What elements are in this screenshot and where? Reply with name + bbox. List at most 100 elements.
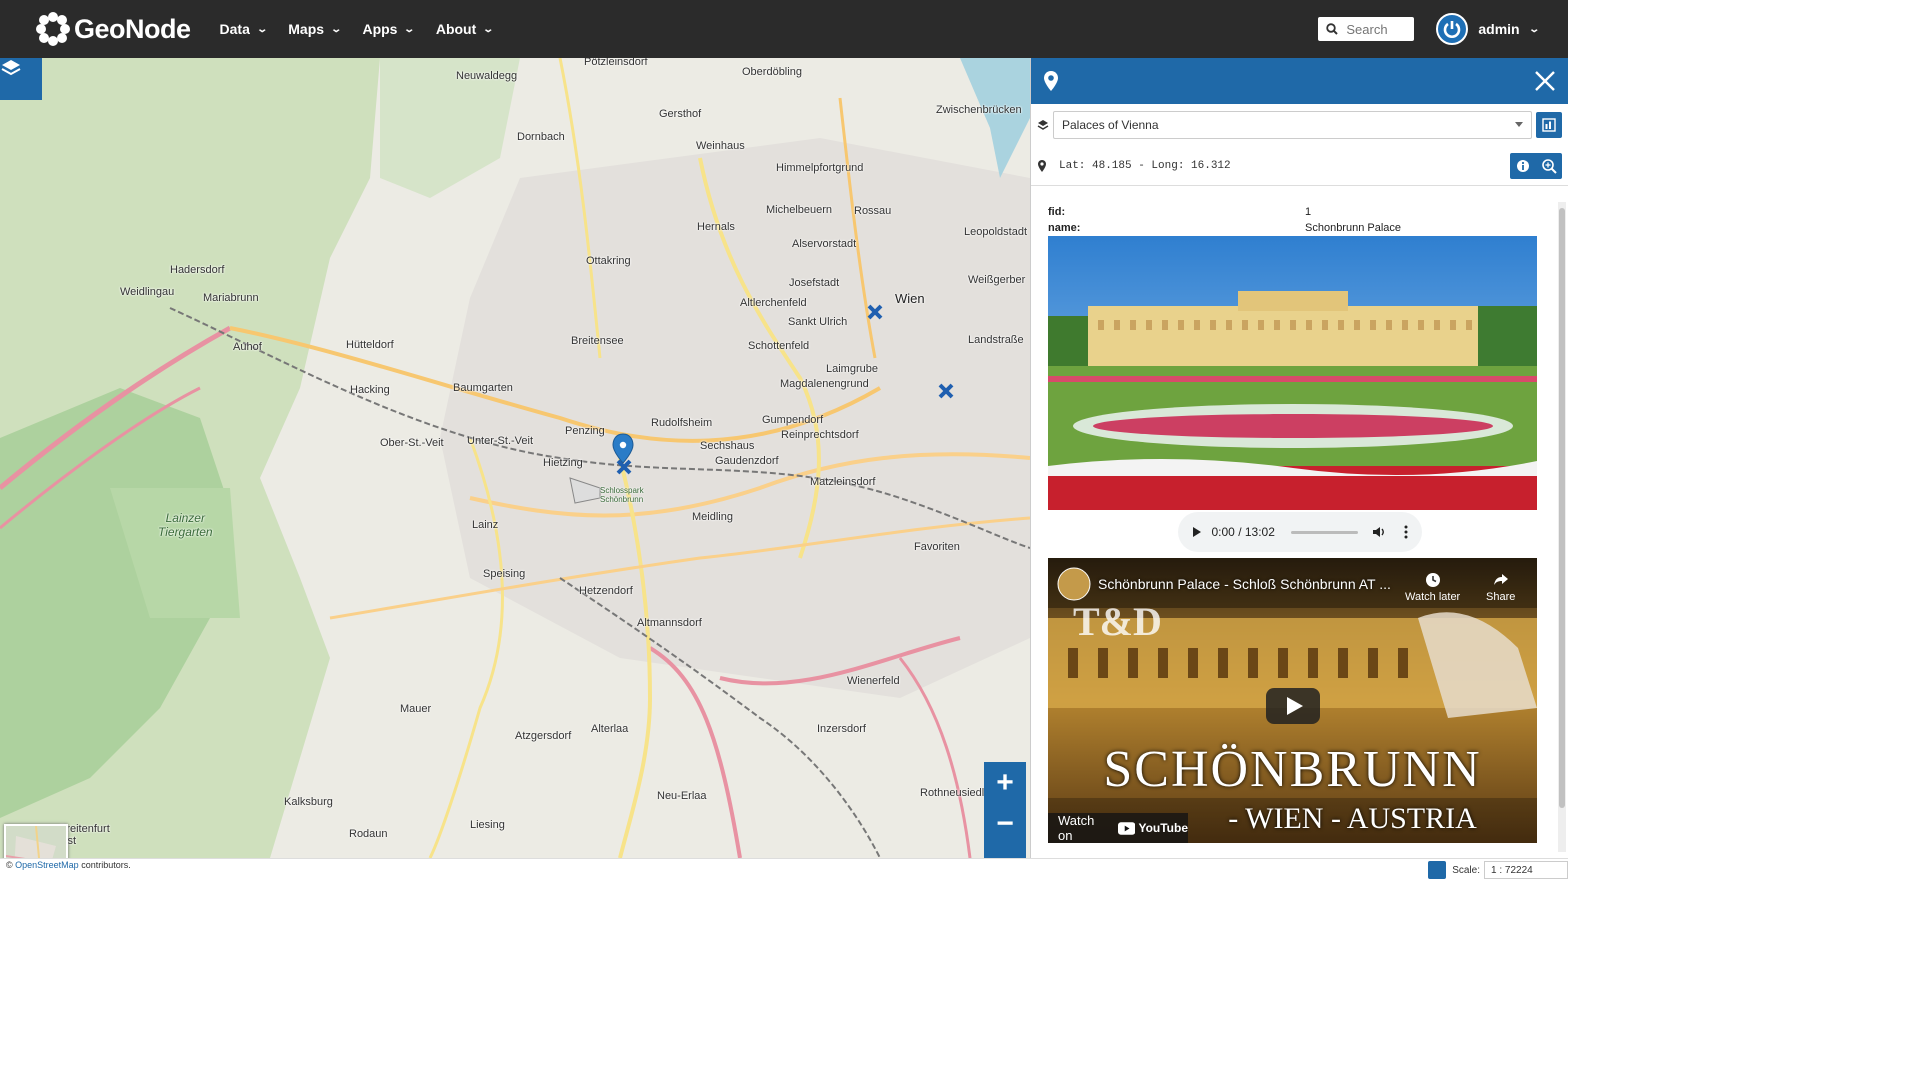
- map-label: Hütteldorf: [346, 339, 394, 351]
- zoom-in-button[interactable]: +: [984, 762, 1026, 803]
- attribution-prefix: ©: [6, 860, 13, 870]
- search-input[interactable]: [1346, 21, 1409, 37]
- property-value: Schonbrunn Palace: [1305, 222, 1402, 234]
- feature-info-format-button[interactable]: [1536, 112, 1562, 138]
- map-label: Sechshaus: [700, 440, 755, 452]
- map-label: Unter-St.-Veit: [467, 435, 534, 447]
- map-label: Ober-St.-Veit: [380, 437, 444, 449]
- volume-icon[interactable]: [1372, 525, 1386, 539]
- map-label: Gumpendorf: [762, 414, 824, 426]
- map-label: Neu-Erlaa: [657, 790, 707, 802]
- property-key: name:: [1048, 222, 1081, 234]
- menu-maps-label: Maps: [288, 21, 325, 37]
- watch-later-label: Watch later: [1405, 591, 1461, 603]
- audio-time: 0:00 / 13:02: [1211, 525, 1275, 539]
- share-button[interactable]: Share: [1486, 572, 1515, 603]
- attribution-suffix: contributors.: [81, 860, 131, 870]
- zoom-to-feature-button[interactable]: [1536, 152, 1562, 179]
- play-icon[interactable]: [1192, 526, 1202, 538]
- map-label: Gaudenzdorf: [715, 455, 779, 467]
- youtube-logo-icon: [1118, 821, 1136, 835]
- map-label: Wienerfeld: [847, 675, 900, 687]
- scrollbar-thumb[interactable]: [1559, 208, 1565, 808]
- map-label: Hietzing: [543, 457, 583, 469]
- overview-minimap[interactable]: [4, 824, 68, 858]
- search-box[interactable]: [1318, 17, 1415, 41]
- panel-scrollbar[interactable]: [1558, 202, 1566, 852]
- menu-apps-label: Apps: [362, 21, 398, 37]
- map-label: Auhof: [233, 341, 262, 353]
- layers-button[interactable]: [0, 58, 42, 100]
- chevron-down-icon: ⌄: [403, 23, 416, 35]
- palace-photo: [1048, 236, 1537, 510]
- coordinates-row: Lat: 48.185 - Long: 16.312: [1031, 146, 1568, 186]
- map-label: Rothneusiedl: [920, 787, 985, 799]
- geonode-logo[interactable]: GeoNode: [36, 0, 191, 58]
- property-row: fid: 1: [1048, 204, 1551, 220]
- geonode-logo-icon: [36, 12, 70, 46]
- map-label: Kalksburg: [284, 796, 333, 808]
- map-label: Oberdöbling: [742, 66, 802, 78]
- map-marker-icon: [1044, 71, 1058, 91]
- map-label: Atzgersdorf: [515, 730, 572, 742]
- map-label: Lainzer Tiergarten: [158, 511, 213, 539]
- map-label: Magdalenengrund: [780, 378, 869, 390]
- map-canvas[interactable]: Neuwaldegg Pötzleinsdorf Oberdöbling Ger…: [0, 58, 1030, 858]
- layer-row: Palaces of Vienna: [1031, 104, 1568, 146]
- video-title[interactable]: Schönbrunn Palace - Schloß Schönbrunn AT…: [1098, 576, 1391, 592]
- map-label: Mariabrunn: [203, 292, 259, 304]
- map-label: Inzersdorf: [817, 723, 866, 735]
- menu-apps[interactable]: Apps ⌄: [351, 0, 424, 58]
- map-label: Laimgrube: [826, 363, 878, 375]
- audio-player[interactable]: 0:00 / 13:02: [1177, 512, 1422, 552]
- map-label: Ottakring: [586, 255, 631, 267]
- main-menu: Data ⌄ Maps ⌄ Apps ⌄ About ⌄: [209, 0, 504, 58]
- map-footer: © OpenStreetMap contributors. Scale: 1 :…: [0, 858, 1568, 882]
- menu-maps[interactable]: Maps ⌄: [277, 0, 351, 58]
- close-icon[interactable]: [1534, 70, 1556, 92]
- avatar[interactable]: [1436, 13, 1469, 45]
- map-label: Himmelpfortgrund: [776, 162, 864, 174]
- map-label: Hetzendorf: [579, 585, 633, 597]
- chevron-down-icon: ⌄: [482, 23, 495, 35]
- map-label: Lainz: [472, 519, 499, 531]
- map-label: Hacking: [350, 384, 390, 396]
- clock-icon: [1425, 573, 1440, 587]
- brand-name: GeoNode: [74, 13, 191, 44]
- watch-on-youtube-button[interactable]: Watch on YouTube: [1048, 813, 1188, 843]
- map-label: Rudolfsheim: [651, 417, 713, 429]
- map-marker-icon: [1038, 159, 1046, 172]
- map-label: Landstraße: [968, 334, 1024, 346]
- menu-data[interactable]: Data ⌄: [209, 0, 278, 58]
- share-icon: [1493, 574, 1508, 585]
- layers-icon: [1, 60, 21, 76]
- map-label: Wien: [895, 291, 925, 306]
- map-label: Altmannsdorf: [637, 617, 702, 629]
- top-navbar: GeoNode Data ⌄ Maps ⌄ Apps ⌄ About ⌄ admin ⌄: [0, 0, 1568, 58]
- palace-photo-image: [1048, 236, 1537, 510]
- scale-settings-icon[interactable]: [1428, 861, 1447, 879]
- map-label: Mauer: [400, 703, 432, 715]
- attribution-link[interactable]: OpenStreetMap: [15, 860, 79, 870]
- channel-logo-text: T&D: [1073, 599, 1162, 644]
- map-label: Schlosspark Schönbrunn: [600, 486, 644, 504]
- watch-later-button[interactable]: Watch later: [1405, 572, 1460, 603]
- share-label: Share: [1486, 591, 1516, 603]
- map-label: Baumgarten: [453, 382, 513, 394]
- zoom-out-button[interactable]: −: [984, 803, 1026, 844]
- scale-box: Scale: 1 : 72224: [1428, 859, 1568, 881]
- user-menu[interactable]: admin ⌄: [1478, 21, 1539, 37]
- attribution: © OpenStreetMap contributors.: [6, 860, 131, 870]
- map-label: Breitensee: [571, 335, 624, 347]
- scale-select[interactable]: 1 : 72224: [1484, 861, 1568, 879]
- layer-select[interactable]: Palaces of Vienna: [1053, 111, 1532, 139]
- info-button[interactable]: [1510, 152, 1536, 179]
- map-label: Pötzleinsdorf: [584, 58, 648, 68]
- more-tools-button[interactable]: •••: [984, 844, 1026, 859]
- menu-about[interactable]: About ⌄: [425, 0, 504, 58]
- map-label: Michelbeuern: [766, 204, 833, 216]
- audio-progress-track[interactable]: [1290, 530, 1358, 534]
- map-label: Neuwaldegg: [456, 70, 518, 82]
- more-options-icon[interactable]: [1404, 525, 1408, 539]
- youtube-embed[interactable]: T&D Schönbrunn Palace - Schloß Schönbrun…: [1048, 558, 1537, 843]
